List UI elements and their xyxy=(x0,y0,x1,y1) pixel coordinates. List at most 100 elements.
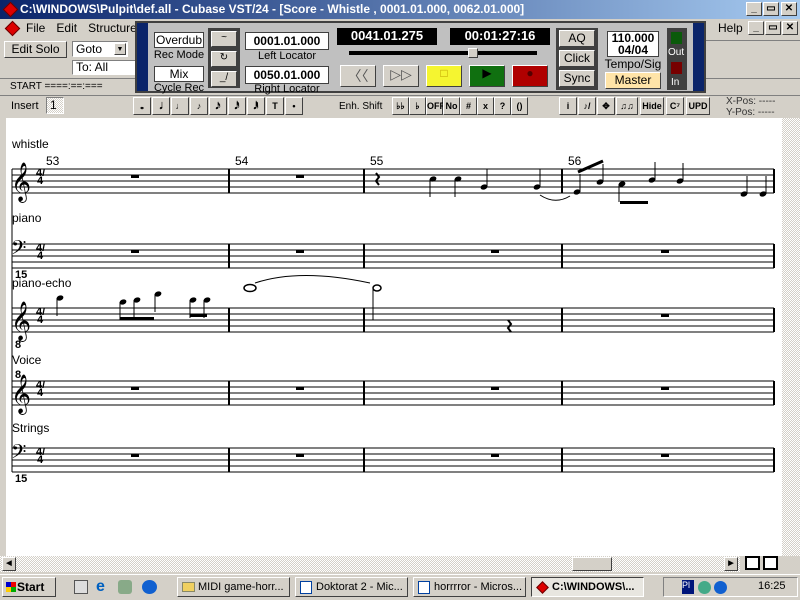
internet-explorer-icon[interactable]: e xyxy=(96,578,105,596)
punch-out-button[interactable]: _/ xyxy=(211,71,237,87)
octave-marker: 15 xyxy=(15,473,27,485)
note-length-button-5[interactable]: 𝅘𝅥𝅰 xyxy=(228,97,246,115)
chevron-down-icon[interactable]: ▼ xyxy=(114,43,126,55)
insert-value-field[interactable]: 1 xyxy=(46,97,64,114)
system-tray: Pl 16:25 xyxy=(663,577,798,597)
score-tool-button-4[interactable]: Hide xyxy=(640,97,664,115)
cycle-rec-button[interactable]: Mix xyxy=(154,66,204,82)
desktop-icon[interactable] xyxy=(74,580,88,594)
horizontal-scrollbar[interactable] xyxy=(0,556,740,572)
rec-mode-button[interactable]: Overdub xyxy=(154,32,204,48)
tie xyxy=(539,194,571,201)
edit-solo-button[interactable]: Edit Solo xyxy=(4,41,67,58)
enharmonic-button-3[interactable]: No xyxy=(443,97,460,115)
note-length-button-8[interactable]: • xyxy=(285,97,303,115)
tray-messenger-icon[interactable] xyxy=(714,581,727,594)
menu-bar: File Edit Structure xyxy=(26,21,145,35)
tray-pi-icon[interactable]: Pl xyxy=(682,580,694,594)
fast-forward-button[interactable]: ▷▷ xyxy=(383,65,419,87)
scroll-right-button[interactable]: ▶ xyxy=(724,557,738,571)
cubase-logo-icon xyxy=(2,1,19,18)
menu-structure[interactable]: Structure xyxy=(88,21,137,35)
messenger-icon[interactable] xyxy=(142,580,157,594)
doc-close-button[interactable]: ✕ xyxy=(782,21,798,35)
maximize-button[interactable]: ▭ xyxy=(763,2,779,16)
enharmonic-button-4[interactable]: # xyxy=(460,97,477,115)
enharmonic-button-5[interactable]: x xyxy=(477,97,494,115)
whole-rest xyxy=(491,250,499,253)
enharmonic-button-6[interactable]: ? xyxy=(494,97,511,115)
vertical-scrollbar[interactable] xyxy=(782,118,800,556)
start-label: Start xyxy=(17,580,45,594)
staff-label: whistle xyxy=(11,137,49,151)
doc-maximize-button[interactable]: ▭ xyxy=(765,21,781,35)
stop-button[interactable]: □ xyxy=(426,65,462,87)
note-length-button-6[interactable]: 𝅘𝅥𝅱 xyxy=(247,97,265,115)
cycle-button[interactable]: ↻ xyxy=(211,51,237,67)
score-tool-button-0[interactable]: i xyxy=(559,97,577,115)
doc-icon[interactable] xyxy=(4,20,21,37)
title-bar: C:\WINDOWS\Pulpit\def.all - Cubase VST/2… xyxy=(0,0,800,19)
record-button[interactable]: ● xyxy=(512,65,548,87)
score-tool-button-5[interactable]: C⁷ xyxy=(666,97,684,115)
start-position: START ====:==:=== xyxy=(10,81,103,92)
staff-label: Strings xyxy=(12,421,49,435)
page-mode-icon-2[interactable] xyxy=(763,556,778,570)
click-button[interactable]: Click xyxy=(559,50,595,67)
enharmonic-button-2[interactable]: OFF xyxy=(426,97,445,115)
whole-rest xyxy=(491,454,499,457)
beam xyxy=(190,314,207,317)
enh-shift-label: Enh. Shift xyxy=(339,101,383,112)
note-length-button-7[interactable]: T xyxy=(266,97,284,115)
position-time-display[interactable]: 00:01:27:16 xyxy=(450,28,550,45)
out-label: Out xyxy=(668,47,685,58)
aq-button[interactable]: AQ xyxy=(559,30,595,47)
master-button[interactable]: Master xyxy=(605,72,661,89)
menu-file[interactable]: File xyxy=(26,21,45,35)
menu-edit[interactable]: Edit xyxy=(56,21,77,35)
right-locator-field[interactable]: 0050.01.000 xyxy=(245,66,329,84)
enharmonic-button-0[interactable]: ♭♭ xyxy=(392,97,409,115)
score-tool-button-3[interactable]: ♫♫ xyxy=(616,97,638,115)
position-slider-thumb[interactable] xyxy=(468,48,479,58)
windows-logo-icon xyxy=(6,582,16,592)
close-button[interactable]: ✕ xyxy=(781,2,797,16)
start-button[interactable]: Start xyxy=(2,577,56,597)
quarter-rest xyxy=(506,319,513,333)
note-length-button-0[interactable]: 𝅝 xyxy=(133,97,151,115)
tempo-signature-display[interactable]: 110.000 04/04 xyxy=(607,31,659,57)
to-field[interactable]: To: All xyxy=(72,60,136,75)
doc-minimize-button[interactable]: _ xyxy=(748,21,764,35)
scrollbar-thumb[interactable] xyxy=(572,557,612,571)
page-mode-icon[interactable] xyxy=(745,556,760,570)
position-readout: X-Pos: ----- Y-Pos: ----- xyxy=(726,96,775,118)
minimize-button[interactable]: _ xyxy=(746,2,762,16)
half-note xyxy=(372,284,382,292)
score-tool-button-6[interactable]: UPD xyxy=(686,97,710,115)
menu-help[interactable]: Help xyxy=(718,21,743,35)
scroll-left-button[interactable]: ◀ xyxy=(2,557,16,571)
goto-select[interactable]: Goto ▼ xyxy=(72,41,128,57)
score-area[interactable]: whistle 𝄞 4/4 piano 𝄢 4/4 15 piano-echo 𝄞 4/4 8 Voi… xyxy=(0,118,782,556)
octave-marker: 8 xyxy=(15,339,21,351)
network-icon[interactable] xyxy=(118,580,132,594)
score-tool-button-1[interactable]: ♪/ xyxy=(578,97,596,115)
left-locator-field[interactable]: 0001.01.000 xyxy=(245,32,329,50)
rewind-button[interactable]: 〈〈 xyxy=(340,65,376,87)
bar-number: 53 xyxy=(46,154,60,168)
enharmonic-button-7[interactable]: () xyxy=(511,97,528,115)
enharmonic-button-1[interactable]: ♭ xyxy=(409,97,426,115)
play-button[interactable]: ▶ xyxy=(469,65,505,87)
note-length-button-1[interactable]: 𝅗𝅥 xyxy=(152,97,170,115)
score-tool-button-2[interactable]: ✥ xyxy=(597,97,615,115)
score-canvas[interactable]: whistle 𝄞 4/4 piano 𝄢 4/4 15 piano-echo 𝄞 4/4 8 Voi… xyxy=(6,118,782,556)
position-bars-display[interactable]: 0041.01.275 xyxy=(337,28,437,45)
note-length-button-4[interactable]: 𝅘𝅥𝅯 xyxy=(209,97,227,115)
note-length-button-2[interactable]: ♩ xyxy=(171,97,189,115)
note-length-button-3[interactable]: ♪ xyxy=(190,97,208,115)
position-slider[interactable] xyxy=(349,51,537,55)
punch-in-button[interactable]: ~ xyxy=(211,31,237,47)
tray-icon[interactable] xyxy=(698,581,711,594)
whole-rest xyxy=(296,454,304,457)
sync-button[interactable]: Sync xyxy=(559,70,595,87)
